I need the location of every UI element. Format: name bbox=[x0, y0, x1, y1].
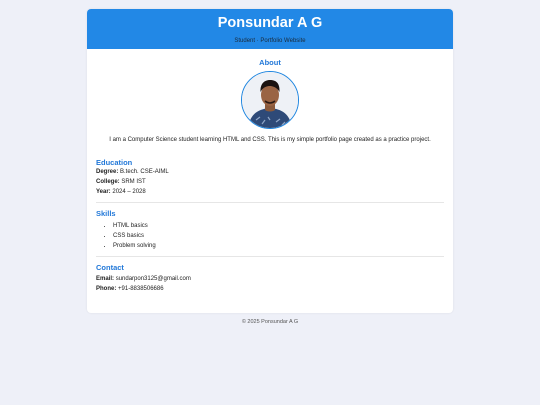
person-photo-icon bbox=[242, 72, 298, 128]
skills-heading: Skills bbox=[96, 209, 116, 218]
phone-label: Phone: bbox=[96, 286, 117, 292]
phone-line: Phone: +91-8838506686 bbox=[96, 284, 444, 294]
degree-label: Degree: bbox=[96, 169, 119, 175]
email-value: sundarpon3125@gmail.com bbox=[115, 276, 191, 282]
email-line: Email: sundarpon3125@gmail.com bbox=[96, 274, 444, 284]
portfolio-card: Ponsundar A G Student · Portfolio Websit… bbox=[87, 9, 453, 313]
contact-heading: Contact bbox=[96, 263, 124, 272]
college-label: College: bbox=[96, 179, 120, 185]
degree-line: Degree: B.tech. CSE-AIML bbox=[96, 167, 444, 177]
college-line: College: SRM IST bbox=[96, 177, 444, 187]
year-value: 2024 – 2028 bbox=[112, 189, 146, 195]
page-header: Ponsundar A G Student · Portfolio Websit… bbox=[87, 9, 453, 49]
skills-section: Skills HTML basics CSS basics Problem so… bbox=[87, 209, 453, 251]
page-subtitle: Student · Portfolio Website bbox=[234, 38, 306, 44]
education-section: Education Degree: B.tech. CSE-AIML Colle… bbox=[87, 158, 453, 197]
college-value: SRM IST bbox=[121, 179, 146, 185]
page-title: Ponsundar A G bbox=[217, 15, 323, 31]
page-footer: © 2025 Ponsundar A G bbox=[241, 319, 299, 325]
section-divider bbox=[96, 202, 444, 203]
year-line: Year: 2024 – 2028 bbox=[96, 187, 444, 197]
skill-item: CSS basics bbox=[113, 231, 444, 241]
email-label: Email: bbox=[96, 276, 115, 282]
skill-item: HTML basics bbox=[113, 221, 444, 231]
year-label: Year: bbox=[96, 189, 111, 195]
profile-photo bbox=[241, 71, 299, 129]
section-divider bbox=[96, 256, 444, 257]
skills-list: HTML basics CSS basics Problem solving bbox=[96, 221, 444, 251]
phone-value: +91-8838506686 bbox=[118, 286, 164, 292]
contact-section: Contact Email: sundarpon3125@gmail.com P… bbox=[87, 263, 453, 294]
about-bio: I am a Computer Science student learning… bbox=[109, 137, 431, 143]
skill-item: Problem solving bbox=[113, 241, 444, 251]
degree-value: B.tech. CSE-AIML bbox=[120, 169, 169, 175]
about-heading: About bbox=[259, 58, 281, 67]
education-heading: Education bbox=[96, 158, 133, 167]
